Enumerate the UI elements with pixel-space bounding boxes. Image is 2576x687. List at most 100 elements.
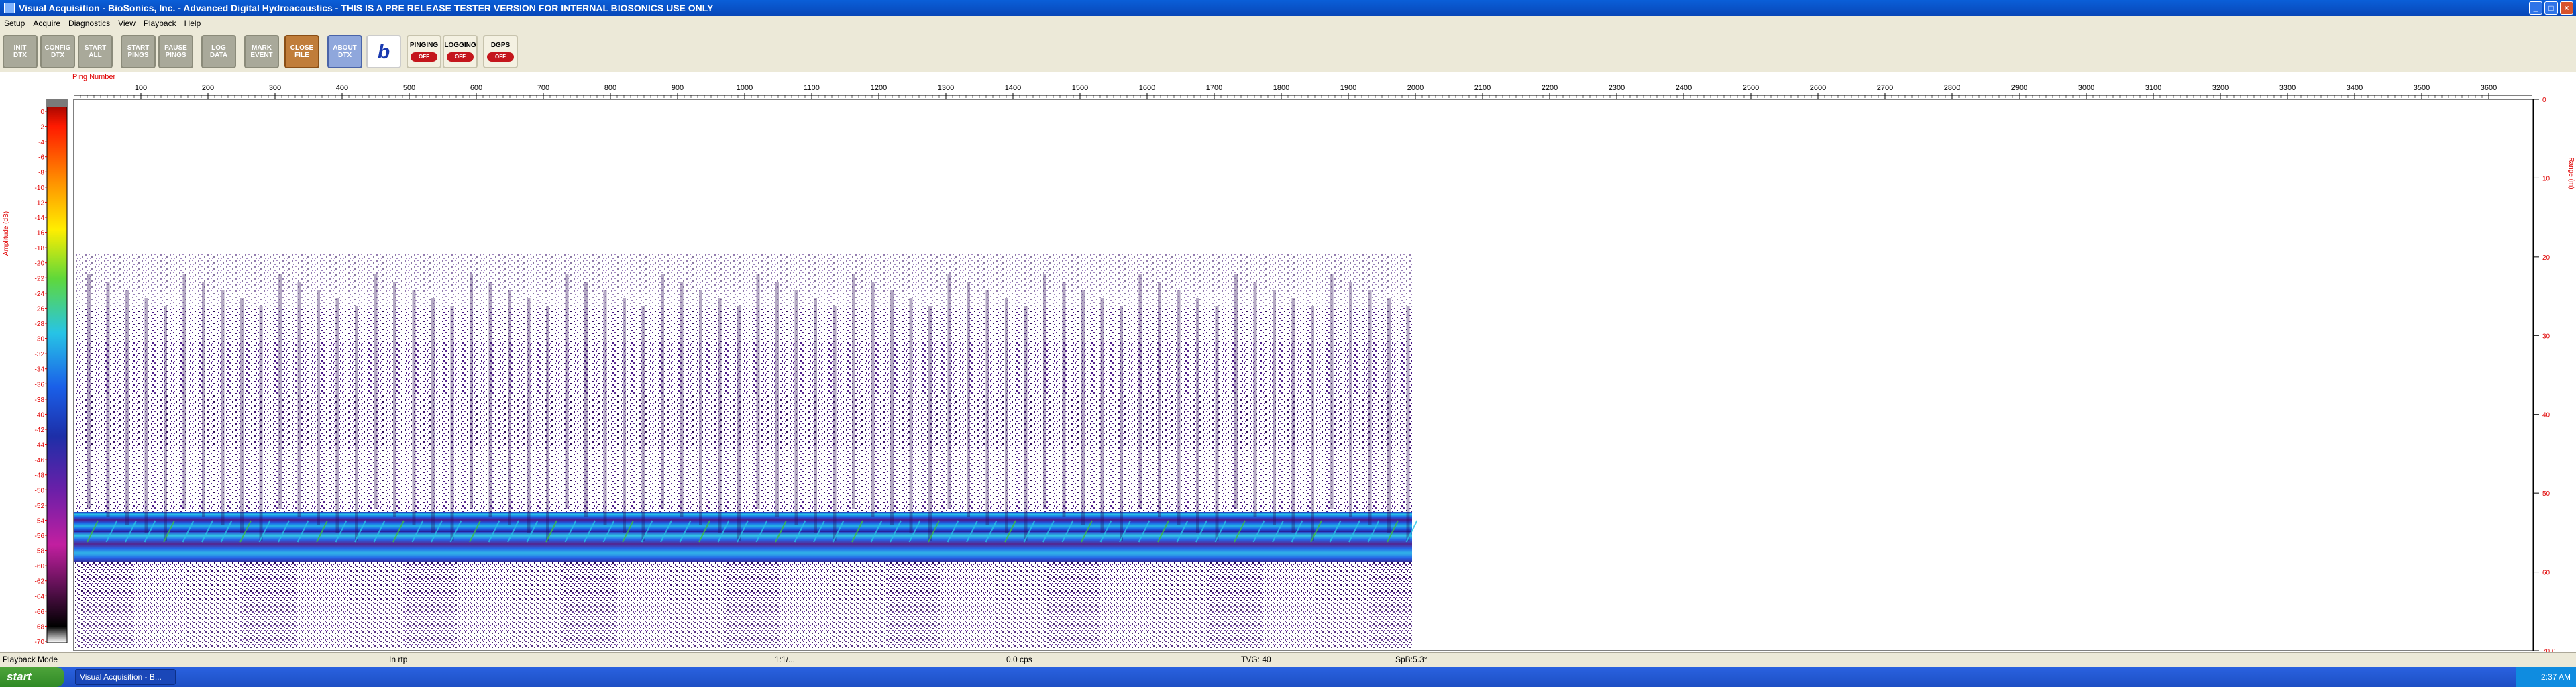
- maximize-button[interactable]: □: [2544, 1, 2558, 15]
- echo-plume: [737, 306, 741, 541]
- init-dtx-button[interactable]: INIT DTX: [3, 35, 38, 68]
- echo-plume: [1100, 298, 1104, 533]
- amplitude-tick-label: -66: [35, 609, 45, 616]
- echo-plume: [814, 298, 817, 533]
- pause-pings-button[interactable]: PAUSE PINGS: [158, 35, 193, 68]
- range-tick-label: 40: [2542, 412, 2551, 419]
- echo-plume: [775, 282, 779, 517]
- button-label: DTX: [338, 52, 352, 59]
- close-button[interactable]: ×: [2560, 1, 2573, 15]
- pinging-state: OFF: [411, 52, 437, 62]
- amplitude-tick-label: -12: [35, 199, 45, 207]
- echo-plume: [1406, 306, 1410, 541]
- deep-echo: [74, 602, 1412, 649]
- amplitude-tick-label: -16: [35, 230, 45, 237]
- echo-plume: [450, 306, 454, 541]
- echo-plume: [1005, 298, 1008, 533]
- echo-plume: [335, 298, 339, 533]
- mark-event-button[interactable]: MARK EVENT: [244, 35, 279, 68]
- x-tick-label: 1000: [737, 84, 753, 92]
- x-tick-label: 1200: [871, 84, 887, 92]
- start-button[interactable]: start: [0, 667, 64, 687]
- menu-view[interactable]: View: [114, 19, 140, 28]
- log-data-button[interactable]: LOG DATA: [201, 35, 236, 68]
- amplitude-axis-title: Amplitude (dB): [3, 211, 10, 256]
- echo-plume: [718, 298, 722, 533]
- amplitude-tick-label: -46: [35, 457, 45, 464]
- echo-plume: [1253, 282, 1257, 517]
- status-tvg: TVG: 40: [1241, 655, 1271, 664]
- x-tick-label: 2200: [1542, 84, 1558, 92]
- biosonics-logo-icon: b: [366, 35, 401, 68]
- minimize-button[interactable]: _: [2529, 1, 2542, 15]
- amplitude-tick-label: -28: [35, 321, 45, 328]
- about-dtx-button[interactable]: ABOUT DTX: [327, 35, 362, 68]
- menu-acquire[interactable]: Acquire: [29, 19, 64, 28]
- echo-plume: [661, 274, 664, 509]
- start-all-button[interactable]: START ALL: [78, 35, 113, 68]
- toolbar: INIT DTX CONFIG DTX START ALL START PINGS PA…: [0, 31, 2576, 72]
- amplitude-tick-label: -2: [38, 124, 44, 131]
- x-tick-label: 600: [470, 84, 482, 92]
- x-tick-label: 3400: [2347, 84, 2363, 92]
- button-label: FILE: [294, 52, 309, 59]
- amplitude-tick-label: -42: [35, 427, 45, 434]
- echo-plume: [1330, 274, 1334, 509]
- echo-plume: [87, 274, 91, 509]
- echo-plume: [928, 306, 932, 541]
- x-tick-label: 900: [672, 84, 684, 92]
- indicator-label: DGPS: [490, 42, 511, 49]
- echo-plume: [890, 290, 894, 525]
- amplitude-tick-label: -6: [38, 154, 44, 162]
- taskbar-app-button[interactable]: Visual Acquisition - B...: [75, 669, 176, 685]
- range-tick-label: 60: [2542, 570, 2551, 577]
- echo-plume: [527, 298, 531, 533]
- x-tick-label: 300: [269, 84, 281, 92]
- range-tick-label: 10: [2542, 175, 2551, 182]
- status-rate: 0.0 cps: [1006, 655, 1032, 664]
- close-file-button[interactable]: CLOSE FILE: [284, 35, 319, 68]
- amplitude-tick-label: 0: [40, 109, 44, 116]
- echo-plume: [1387, 298, 1391, 533]
- x-tick-label: 2300: [1609, 84, 1625, 92]
- start-pings-button[interactable]: START PINGS: [121, 35, 156, 68]
- status-spb: SpB:5.3°: [1395, 655, 1428, 664]
- echo-plume: [1043, 274, 1046, 509]
- echo-plume: [1196, 298, 1199, 533]
- menu-playback[interactable]: Playback: [140, 19, 180, 28]
- echo-plume: [833, 306, 837, 541]
- menu-help[interactable]: Help: [180, 19, 205, 28]
- amplitude-tick-label: -40: [35, 411, 45, 419]
- button-label: PINGS: [127, 52, 149, 59]
- amplitude-colorbar: [46, 99, 68, 643]
- indicator-label: PINGING: [409, 42, 439, 49]
- echo-plume: [756, 274, 760, 509]
- range-tick-label: 50: [2542, 490, 2551, 498]
- x-tick-label: 1600: [1139, 84, 1155, 92]
- echo-plume: [355, 306, 358, 541]
- config-dtx-button[interactable]: CONFIG DTX: [40, 35, 75, 68]
- x-tick-label: 1100: [804, 84, 820, 92]
- button-label: LOG: [211, 44, 226, 52]
- status-position: 1:1/...: [775, 655, 796, 664]
- x-axis-ticks: 100 200 300 400 500 600 700 800 900 1000 1100 1200 1…: [80, 84, 2497, 99]
- echo-plume: [259, 306, 263, 541]
- echo-plume: [623, 298, 626, 533]
- echo-plume: [680, 282, 684, 517]
- amplitude-tick-label: -56: [35, 533, 45, 540]
- x-tick-label: 2400: [1676, 84, 1692, 92]
- taskbar: start Visual Acquisition - B... 2:37 AM: [0, 667, 2576, 687]
- button-label: DTX: [13, 52, 27, 59]
- echo-plume: [374, 274, 378, 509]
- menu-setup[interactable]: Setup: [0, 19, 29, 28]
- echogram-svg[interactable]: Ping Number 100 200 300 400 500 600 700 800 900 1…: [0, 72, 2576, 652]
- echo-plume: [852, 274, 855, 509]
- indicator-label: LOGGING: [444, 42, 476, 49]
- button-label: ALL: [89, 52, 102, 59]
- echo-plume: [278, 274, 282, 509]
- amplitude-tick-label: -20: [35, 260, 45, 268]
- echo-plume: [1273, 290, 1276, 525]
- app-icon: [4, 3, 15, 13]
- echogram-panel[interactable]: Ping Number 100 200 300 400 500 600 700 800 900 1…: [0, 72, 2576, 652]
- menu-diagnostics[interactable]: Diagnostics: [64, 19, 114, 28]
